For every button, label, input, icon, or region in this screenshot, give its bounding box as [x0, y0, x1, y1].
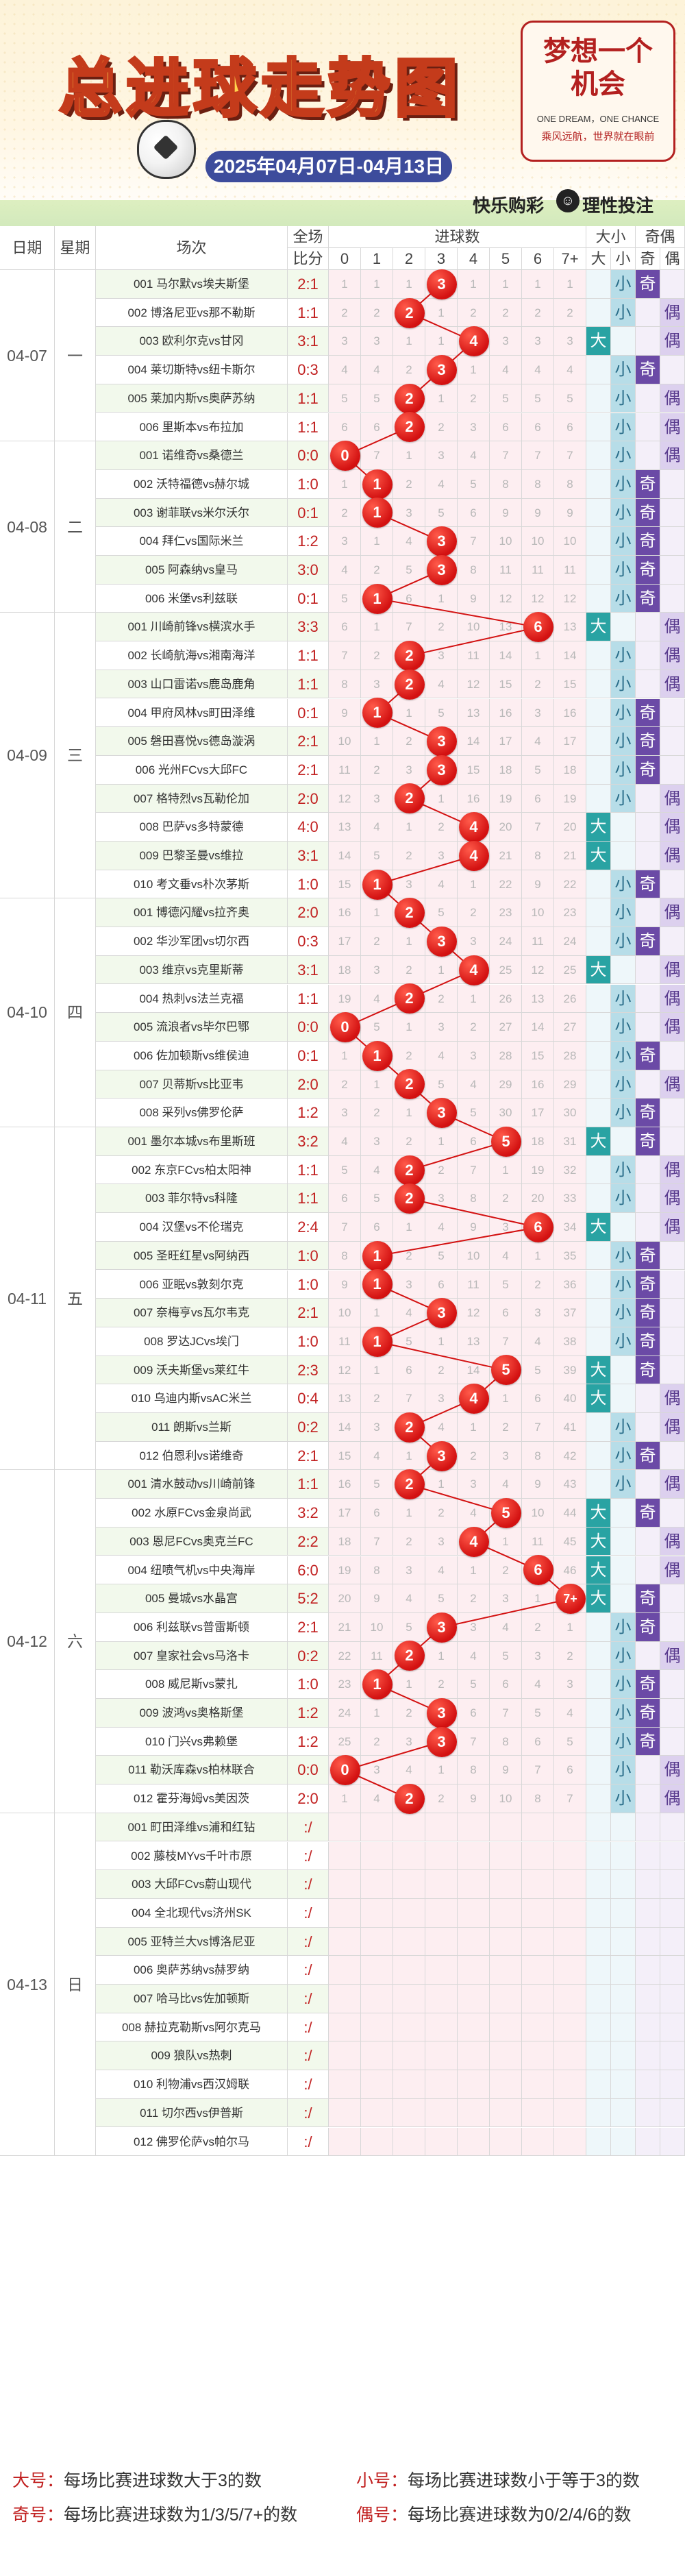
legend: 大号：每场比赛进球数大于3的数 小号：每场比赛进球数小于等于3的数 奇号：每场比… [0, 2453, 685, 2576]
trend-line-segment [409, 626, 538, 657]
goal-ball-marker: 1 [362, 1269, 393, 1300]
goal-ball-marker: 3 [426, 526, 457, 557]
goal-ball-marker: 4 [458, 326, 489, 357]
legend-odd: 奇号：每场比赛进球数为1/3/5/7+的数 [12, 2501, 297, 2526]
goal-ball-marker: 2 [394, 669, 425, 700]
goal-ball-marker: 1 [362, 869, 393, 900]
goal-ball-marker: 5 [490, 1355, 521, 1386]
goal-ball-marker: 7+ [555, 1584, 586, 1615]
goal-ball-marker: 0 [329, 1755, 360, 1786]
logo-happy-lottery: 快乐购彩 [473, 195, 545, 216]
brand-slogan-line1: 梦想一个 [543, 35, 653, 67]
goal-ball-marker: 2 [394, 1155, 425, 1186]
goal-ball-marker: 1 [362, 1040, 393, 1071]
legend-even-desc: 每场比赛进球数为0/2/4/6的数 [408, 2505, 632, 2525]
brand-english-text: ONE DREAM，ONE CHANCE [536, 114, 660, 124]
goal-ball-marker: 3 [426, 354, 457, 385]
trend-line-segment [409, 1198, 538, 1228]
trend-line-segment [377, 1226, 538, 1257]
smiley-icon: ☺ [556, 189, 580, 212]
goal-ball-marker: 1 [362, 1669, 393, 1700]
goal-ball-marker: 4 [458, 840, 489, 871]
goal-ball-marker: 2 [394, 1069, 425, 1100]
legend-even-key: 偶号： [356, 2505, 408, 2525]
goal-ball-marker: 4 [458, 1384, 489, 1414]
goal-ball-marker: 2 [394, 412, 425, 443]
goal-ball-marker: 1 [362, 1240, 393, 1271]
trend-line-segment [377, 598, 538, 628]
goal-ball-marker: 2 [394, 783, 425, 814]
legend-small: 小号：每场比赛进球数小于等于3的数 [356, 2467, 640, 2492]
goal-ball-marker: 2 [394, 1469, 425, 1500]
goal-ball-marker: 1 [362, 498, 393, 528]
brand-slogan: 梦想一个 机会 [523, 35, 673, 101]
page-title: 总进球走势图 [58, 51, 462, 127]
goal-ball-marker: 1 [362, 583, 393, 614]
goal-ball-marker: 1 [362, 698, 393, 728]
goal-ball-marker: 0 [329, 1012, 360, 1043]
goal-ball-marker: 6 [523, 1212, 553, 1242]
goal-ball-marker: 3 [426, 926, 457, 957]
trend-grid: 日期 星期 场次 全场 比分 进球数 0 1 2 3 4 5 6 7+ 大小 奇偶大小奇偶 04-07 一 001 … [0, 226, 685, 2157]
goal-ball-marker: 2 [394, 640, 425, 671]
goal-ball-marker: 4 [458, 1526, 489, 1557]
goal-ball-marker: 2 [394, 297, 425, 328]
goal-ball-marker: 3 [426, 1697, 457, 1728]
goal-ball-marker: 4 [458, 955, 489, 985]
goal-ball-marker: 3 [426, 755, 457, 785]
goal-ball-marker: 6 [523, 1555, 553, 1586]
goal-ball-marker: 1 [362, 1326, 393, 1357]
goal-ball-marker: 3 [426, 1726, 457, 1757]
legend-odd-desc: 每场比赛进球数为1/3/5/7+的数 [64, 2505, 298, 2525]
goal-ball-marker: 2 [394, 383, 425, 414]
trend-table: 日期 星期 场次 全场 比分 进球数 0 1 2 3 4 5 6 7+ 大小 奇偶大小奇偶 04-07 一 001 … [0, 226, 685, 2157]
legend-big-key: 大号： [12, 2471, 64, 2490]
goal-ball-marker: 2 [394, 1183, 425, 1214]
trend-line-segment [377, 1340, 506, 1371]
brand-slogan-box: 梦想一个 机会 ONE DREAM，ONE CHANCE 乘风远航，世界就在眼前 [521, 21, 675, 162]
trend-line-layer [344, 284, 571, 1800]
goal-ball-marker: 3 [426, 1440, 457, 1471]
goal-ball-marker: 3 [426, 726, 457, 757]
goal-ball-marker: 3 [426, 269, 457, 299]
goal-ball-marker: 3 [426, 1612, 457, 1643]
legend-big-desc: 每场比赛进球数大于3的数 [64, 2471, 262, 2490]
goal-ball-marker: 3 [426, 1098, 457, 1129]
trend-line-segment [441, 1598, 571, 1628]
legend-small-desc: 每场比赛进球数小于等于3的数 [408, 2471, 640, 2490]
goal-ball-marker: 3 [426, 1298, 457, 1329]
goal-ball-marker: 2 [394, 983, 425, 1014]
date-range-badge: 2025年04月07日-04月13日 [206, 151, 452, 182]
goal-ball-marker: 2 [394, 1412, 425, 1443]
brand-slogan-line2: 机会 [571, 68, 625, 100]
goal-ball-marker: 5 [490, 1497, 521, 1528]
goal-ball-marker: 0 [329, 441, 360, 471]
goal-ball-marker: 6 [523, 612, 553, 643]
legend-big: 大号：每场比赛进球数大于3的数 [12, 2467, 262, 2492]
goal-ball-marker: 5 [490, 1126, 521, 1157]
goal-ball-marker: 3 [426, 554, 457, 585]
goal-ball-marker: 1 [362, 469, 393, 500]
legend-even: 偶号：每场比赛进球数为0/2/4/6的数 [356, 2501, 631, 2526]
goal-ball-marker: 2 [394, 898, 425, 929]
goal-ball-marker: 2 [394, 1783, 425, 1814]
legend-small-key: 小号： [356, 2471, 408, 2490]
legend-odd-key: 奇号： [12, 2505, 64, 2525]
logo-rational-bet: 理性投注 [582, 195, 654, 216]
header-banner: 总进球走势图 2025年04月07日-04月13日 梦想一个 机会 ONE DR… [0, 0, 685, 226]
brand-chinese-text: 乘风远航，世界就在眼前 [541, 131, 655, 143]
goal-ball-marker: 2 [394, 1641, 425, 1671]
goal-ball-marker: 4 [458, 812, 489, 843]
